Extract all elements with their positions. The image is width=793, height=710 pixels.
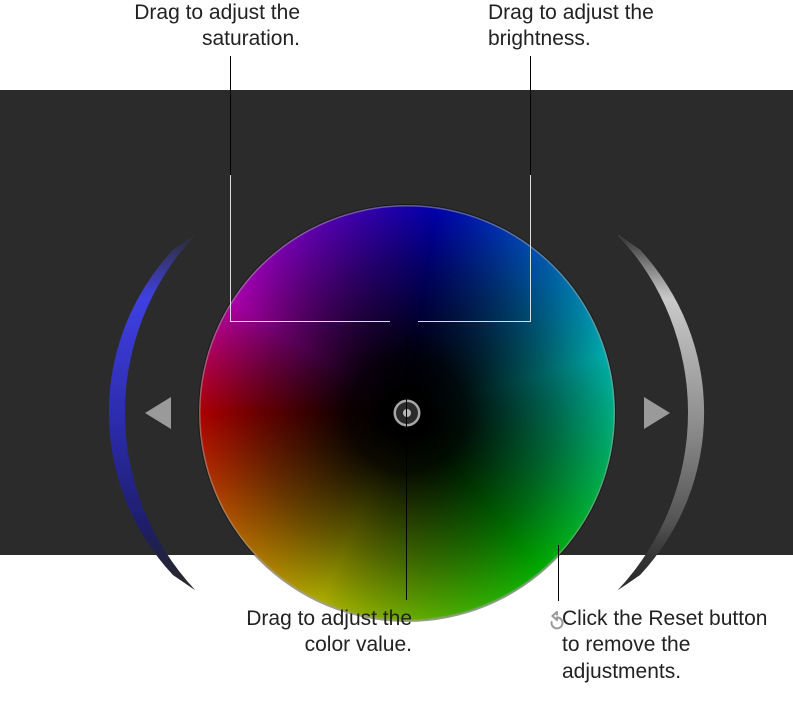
leader-line bbox=[406, 336, 407, 600]
leader-line bbox=[418, 321, 531, 322]
color-wheel-panel bbox=[0, 90, 793, 555]
leader-line bbox=[558, 545, 559, 601]
callout-reset: Click the Reset button to remove the adj… bbox=[562, 606, 772, 685]
color-wheel-container bbox=[199, 205, 615, 621]
callout-brightness: Drag to adjust the brightness. bbox=[488, 0, 698, 53]
brightness-handle-icon[interactable] bbox=[644, 397, 670, 429]
callout-saturation: Drag to adjust the saturation. bbox=[95, 0, 300, 53]
saturation-handle-icon[interactable] bbox=[145, 397, 171, 429]
leader-line bbox=[230, 56, 231, 176]
callout-color-value: Drag to adjust the color value. bbox=[232, 606, 412, 659]
leader-line bbox=[230, 175, 231, 322]
color-value-handle[interactable] bbox=[396, 402, 418, 424]
leader-line bbox=[530, 175, 531, 322]
leader-line bbox=[230, 321, 390, 322]
leader-line bbox=[530, 56, 531, 176]
